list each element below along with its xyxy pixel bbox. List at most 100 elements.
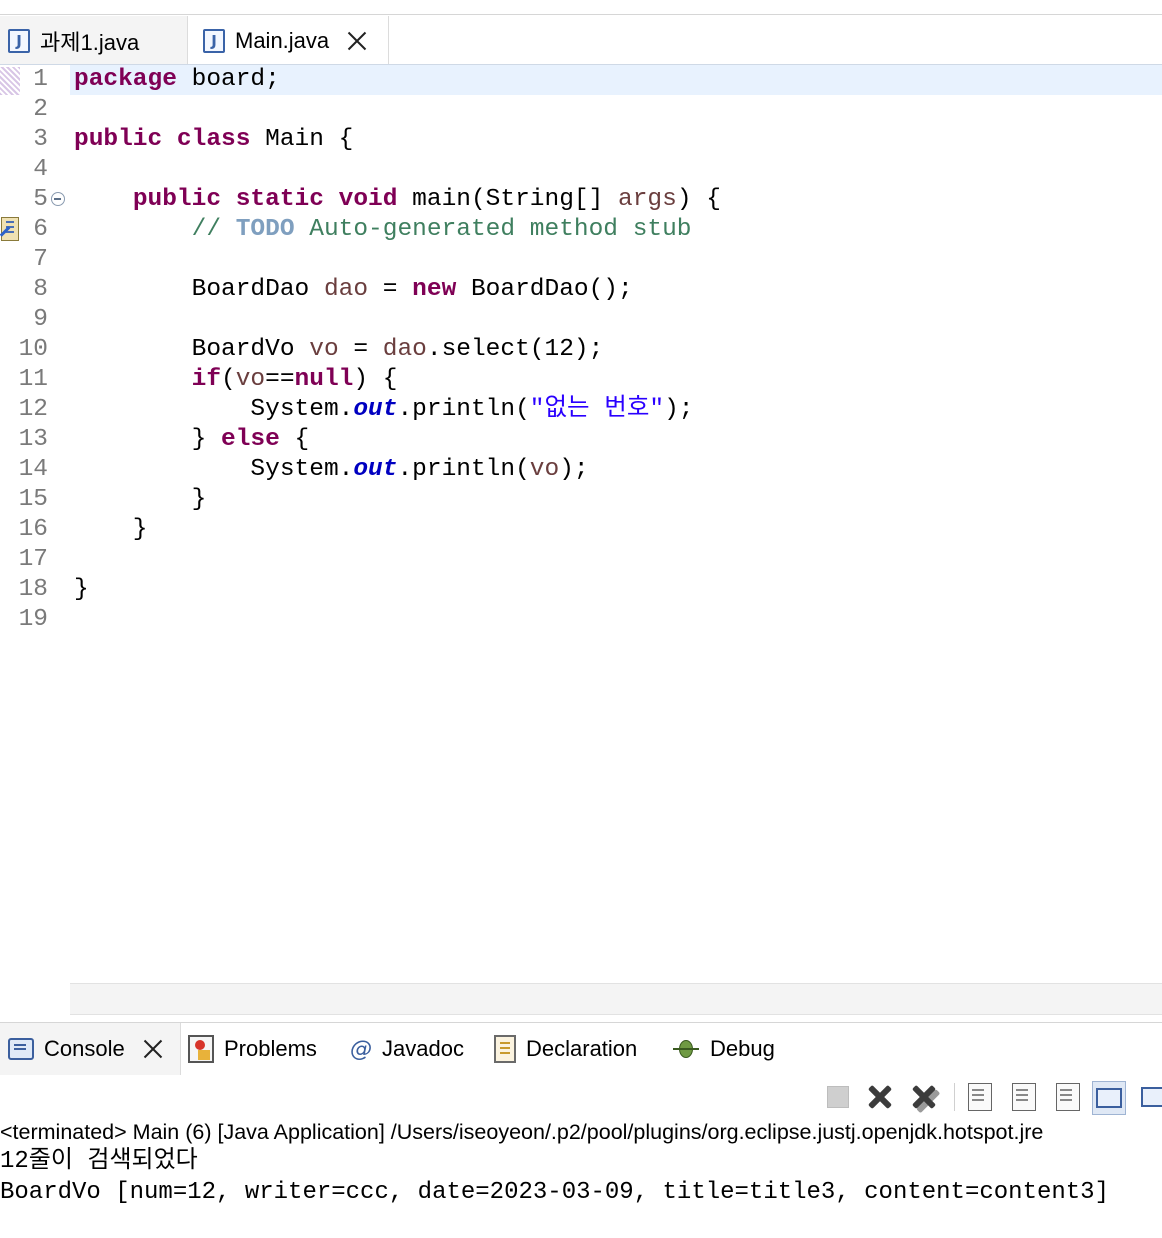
tab-debug[interactable]: Debug (672, 1023, 775, 1075)
code-token: BoardVo (74, 336, 310, 363)
tab-problems[interactable]: Problems (188, 1023, 317, 1075)
declaration-icon (494, 1035, 516, 1063)
console-line: BoardVo [num=12, writer=ccc, date=2023-0… (0, 1179, 1109, 1206)
code-text: } (74, 515, 148, 545)
code-token: class (176, 126, 251, 153)
code-text: } else { (74, 425, 310, 455)
code-token: ); (664, 396, 694, 423)
tab-assignment1-java[interactable]: J 과제1.java (0, 16, 188, 65)
line-number: 11 (18, 366, 48, 393)
line-number: 3 (33, 126, 48, 153)
line-number: 12 (18, 396, 48, 423)
line-number: 17 (18, 546, 48, 573)
code-token: .println( (397, 456, 530, 483)
tab-javadoc[interactable]: @ Javadoc (350, 1023, 464, 1075)
line-number: 15 (18, 486, 48, 513)
line-number: 19 (18, 606, 48, 633)
code-line: 2 (0, 95, 1162, 125)
line-number: 10 (18, 336, 48, 363)
code-token: "없는 번호" (529, 396, 665, 423)
line-number: 9 (33, 306, 48, 333)
code-token: static (235, 186, 324, 213)
code-line: 8 BoardDao dao = new BoardDao(); (0, 275, 1162, 305)
tab-declaration[interactable]: Declaration (494, 1023, 637, 1075)
code-line: 5 public static void main(String[] args)… (0, 185, 1162, 215)
tab-label: Javadoc (382, 1036, 464, 1061)
code-token: == (265, 366, 295, 393)
code-line: 17 (0, 545, 1162, 575)
monitor-icon (1096, 1088, 1122, 1108)
code-line: 7 (0, 245, 1162, 275)
console-output[interactable]: 12줄이 검색되었다 BoardVo [num=12, writer=ccc, … (0, 1146, 1162, 1208)
code-token: ( (221, 366, 236, 393)
code-token: BoardDao(); (456, 276, 633, 303)
code-editor[interactable]: 1 package board; 2 3 public class Main {4 5 p… (0, 65, 1162, 983)
fold-toggle-icon[interactable] (51, 192, 65, 206)
word-wrap-button[interactable] (1052, 1081, 1084, 1113)
code-token: public (74, 126, 163, 153)
code-token: BoardDao (74, 276, 324, 303)
remove-launch-button[interactable] (864, 1081, 896, 1113)
show-console-button[interactable] (1092, 1081, 1126, 1115)
code-token: dao (323, 276, 369, 303)
code-token: ); (559, 456, 589, 483)
tab-main-java[interactable]: J Main.java (189, 16, 389, 65)
console-launch-header: <terminated> Main (6) [Java Application]… (0, 1120, 1044, 1144)
code-token: ) { (676, 186, 721, 213)
code-text: } (74, 575, 89, 605)
tab-label: Console (44, 1036, 125, 1061)
code-token: // (191, 216, 236, 243)
clear-console-button[interactable] (964, 1081, 996, 1113)
code-line: 9 (0, 305, 1162, 335)
horizontal-scrollbar[interactable] (70, 983, 1162, 1015)
code-line: 14 System.out.println(vo); (0, 455, 1162, 485)
code-token: = (368, 276, 413, 303)
code-text: public class Main { (74, 125, 353, 155)
code-token: } (74, 576, 89, 603)
code-token: System. (74, 396, 354, 423)
code-token: } (74, 516, 148, 543)
line-number: 4 (33, 156, 48, 183)
close-icon[interactable] (347, 31, 367, 51)
code-line: 16 } (0, 515, 1162, 545)
code-token: Auto-generated method stub (294, 216, 692, 243)
code-token: ) { (353, 366, 398, 393)
code-token: } (74, 426, 222, 453)
line-number: 2 (33, 96, 48, 123)
code-line: 4 (0, 155, 1162, 185)
line-number: 5 (33, 186, 48, 213)
open-console-button[interactable] (1138, 1081, 1162, 1113)
code-text: package board; (74, 65, 280, 95)
editor-tab-bar: J 과제1.java J Main.java (0, 14, 1162, 65)
tab-console[interactable]: Console (0, 1023, 181, 1075)
code-line: 19 (0, 605, 1162, 635)
monitor-icon (1141, 1087, 1162, 1107)
java-file-icon: J (203, 28, 225, 53)
remove-all-terminated-button[interactable] (908, 1081, 940, 1113)
tab-label: Debug (710, 1036, 775, 1061)
code-token: out (353, 396, 398, 423)
code-token: vo (529, 456, 560, 483)
code-text: public static void main(String[] args) { (74, 185, 721, 215)
code-token: vo (309, 336, 339, 363)
code-line: 13 } else { (0, 425, 1162, 455)
scroll-lock-button[interactable] (1008, 1081, 1040, 1113)
terminate-button[interactable] (822, 1081, 854, 1113)
line-number: 16 (18, 516, 48, 543)
clear-console-icon (968, 1083, 992, 1111)
scroll-lock-icon (1012, 1083, 1036, 1111)
code-token: package (74, 66, 177, 93)
java-file-icon: J (8, 28, 30, 53)
code-token: vo (235, 366, 266, 393)
code-text: System.out.println("없는 번호"); (74, 395, 693, 425)
close-icon[interactable] (143, 1039, 163, 1059)
code-token: void (338, 186, 398, 213)
code-token: null (294, 366, 354, 393)
code-token: if (191, 366, 222, 393)
code-text: BoardVo vo = dao.select(12); (74, 335, 604, 365)
problems-icon (188, 1035, 214, 1063)
bug-icon (672, 1036, 700, 1062)
